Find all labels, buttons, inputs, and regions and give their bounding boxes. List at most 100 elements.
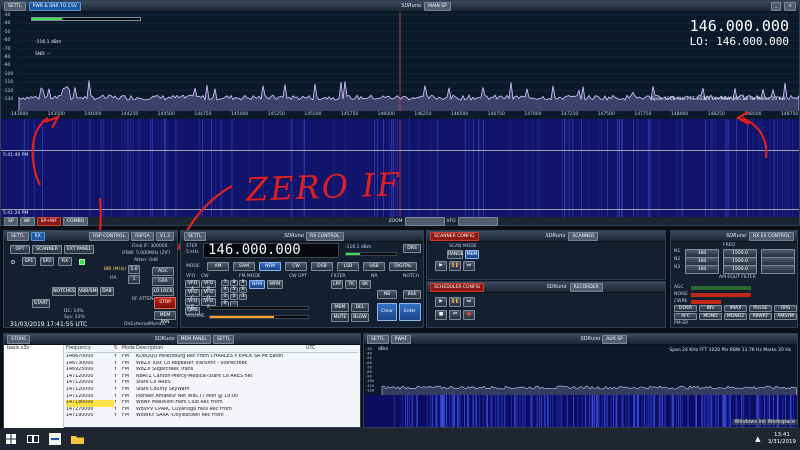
- mode-sam-button[interactable]: SAM: [233, 262, 255, 271]
- dab-button[interactable]: DAB: [100, 287, 114, 296]
- rec-record-button[interactable]: ●: [463, 310, 475, 320]
- start-button[interactable]: START: [32, 299, 50, 308]
- rec-play-button[interactable]: ▶: [435, 297, 447, 307]
- col-mode[interactable]: Mode: [122, 346, 136, 352]
- bsk-button[interactable]: BSK: [403, 290, 421, 299]
- keypad-5-button[interactable]: 5: [230, 287, 238, 293]
- sdruno-taskbar-button[interactable]: [44, 428, 66, 450]
- rx-frequency-display[interactable]: 146.000.000: [203, 243, 339, 258]
- mem-scan-button[interactable]: MEM: [465, 250, 479, 259]
- keypad-4-button[interactable]: 4: [221, 287, 229, 293]
- table-row[interactable]: 146730000 Y FM W8ZX Tusc Co Repeater Transm…: [66, 361, 358, 368]
- explorer-taskbar-button[interactable]: [66, 428, 88, 450]
- keypad-9-button[interactable]: 9: [239, 280, 247, 286]
- rsp-radio-icon[interactable]: [11, 260, 15, 264]
- rxex-inv-button[interactable]: INV: [699, 305, 722, 312]
- vfo-5-button[interactable]: VFO F: [201, 298, 216, 310]
- noise-bar[interactable]: [691, 293, 751, 297]
- mode-cw-button[interactable]: CW: [285, 262, 307, 271]
- rxex-afc-button[interactable]: AFC: [674, 313, 697, 320]
- keypad-6-button[interactable]: 6: [239, 287, 247, 293]
- mem-file-list[interactable]: basic.s3s: [4, 345, 64, 429]
- rxex-mono2-button[interactable]: MONO2: [724, 313, 747, 320]
- filter-8k-button[interactable]: 8K: [359, 280, 371, 289]
- agc-bar[interactable]: [691, 286, 751, 290]
- vfo-1-button[interactable]: VFO B: [201, 280, 216, 292]
- aux-spectrum[interactable]: -30 -40 -50 -60 -70 -80 -90 -100 -110 -120 dBm Sp…: [364, 345, 797, 395]
- gra-button[interactable]: GRA: [152, 277, 174, 286]
- scan-next-button[interactable]: ⏭: [463, 261, 475, 271]
- rxex-opg-button[interactable]: OPG: [774, 305, 797, 312]
- table-row[interactable]: 147270000 Y FM W8VPV CPARC Cuyahoga Falls R…: [66, 407, 358, 414]
- rx-button[interactable]: RX: [58, 257, 72, 266]
- table-row[interactable]: 146670000 Y FM KD8QQQ Millersburg Rec From …: [66, 354, 358, 361]
- cwpk-bar[interactable]: [691, 300, 721, 304]
- nb-button[interactable]: NB: [377, 290, 397, 299]
- sp1-button[interactable]: SP1: [22, 257, 36, 266]
- mode-nfm-button[interactable]: NFM: [259, 262, 281, 271]
- aux-settings[interactable]: SETTL: [367, 334, 389, 344]
- start-button[interactable]: [0, 428, 22, 450]
- vfo-2-button[interactable]: VFO C: [185, 289, 200, 301]
- filter-7k-button[interactable]: 7K: [345, 280, 357, 289]
- bw-value[interactable]: 5.0: [128, 265, 140, 274]
- keypad-2-button[interactable]: 2: [230, 294, 238, 300]
- table-row[interactable]: 147190000 Y FM W8WKY SARA -Doylestown Rec F…: [66, 413, 358, 420]
- task-view-button[interactable]: [22, 428, 44, 450]
- sql-slider[interactable]: [209, 306, 309, 310]
- scan-play-button[interactable]: ▶: [435, 261, 447, 271]
- table-row[interactable]: 147180000 Y FM W8NP Massillon Ham Club Rec …: [66, 400, 358, 407]
- vfo-0-button[interactable]: VFO A: [185, 280, 200, 292]
- mfm-button[interactable]: MFM: [267, 280, 283, 289]
- col-utc[interactable]: UTC: [306, 346, 326, 352]
- table-row[interactable]: 147120000 Y FM Stark Co ARES: [66, 380, 358, 387]
- volume-slider[interactable]: [209, 315, 309, 319]
- drs-button[interactable]: DRS: [403, 244, 421, 253]
- rx-settings[interactable]: SETTL: [184, 231, 206, 241]
- rsp-rx-tag[interactable]: RX: [30, 231, 45, 241]
- blow-button[interactable]: BLOW: [351, 313, 369, 322]
- scheduler-config-tag[interactable]: SCHEDULER CONFIG: [430, 282, 485, 292]
- rxex-pbwrt-button[interactable]: PBWRT: [749, 313, 772, 320]
- col-s[interactable]: S: [114, 346, 122, 352]
- notches-button[interactable]: NOTCHES: [52, 287, 76, 296]
- lpf-button[interactable]: LPF: [331, 280, 343, 289]
- col-frequency[interactable]: Frequency: [66, 346, 114, 352]
- mode-am-button[interactable]: AM: [207, 262, 229, 271]
- range-button[interactable]: RANGE: [447, 250, 464, 259]
- scanner-config-tag[interactable]: SCANNER CONFIG: [430, 231, 479, 241]
- rsp-settings[interactable]: SETTL: [7, 231, 29, 241]
- rec-skip-button[interactable]: ⏭: [463, 297, 475, 307]
- rxex-row-a[interactable]: 300: [685, 265, 719, 274]
- aux-pwaf[interactable]: PWAF: [390, 334, 412, 344]
- nfm-button[interactable]: NFM: [249, 280, 265, 289]
- rec-stop-button[interactable]: ■: [435, 310, 447, 320]
- ifa-value[interactable]: 1: [128, 275, 140, 284]
- clear-button[interactable]: Clear: [377, 303, 397, 321]
- rxex-dosr-button[interactable]: DOSR: [674, 305, 697, 312]
- agc-button[interactable]: AGC: [152, 267, 174, 276]
- table-row[interactable]: 147120000 Y FM Stark County SkyWarn: [66, 387, 358, 394]
- lo-lock-button[interactable]: LO LOCK: [152, 287, 174, 296]
- del-button[interactable]: DEL: [351, 303, 369, 312]
- network-tray[interactable]: ▲: [752, 435, 764, 443]
- table-row[interactable]: 147120000 Y FM N8ATZ Canton-Mercy-Medical-S…: [66, 374, 358, 381]
- table-row[interactable]: 147120000 Y FM Pioneer Amateur Net W8CTT Mo…: [66, 394, 358, 401]
- sp2-button[interactable]: SP2: [40, 257, 54, 266]
- mem-file-name[interactable]: basic.s3s: [4, 345, 63, 352]
- store-tag[interactable]: STORE: [7, 334, 31, 344]
- rec-pause-button[interactable]: ❚❚: [449, 297, 461, 307]
- keypad-8-button[interactable]: 8: [230, 280, 238, 286]
- mode-lsb-button[interactable]: LSB: [337, 262, 359, 271]
- mute-button[interactable]: MUTE: [331, 313, 349, 322]
- enter-button[interactable]: Enter: [399, 303, 421, 321]
- rxex-row-toggle[interactable]: [761, 265, 795, 274]
- keypad-7-button[interactable]: 7: [221, 280, 229, 286]
- rxex-imax-button[interactable]: IMAX: [724, 305, 747, 312]
- mode-dsb-button[interactable]: DSB: [311, 262, 333, 271]
- keypad-1-button[interactable]: 1: [221, 294, 229, 300]
- table-row[interactable]: 146925000 Y FM W8ZX Sugarcreek Trans: [66, 367, 358, 374]
- rxex-amsym-button[interactable]: AMSYM: [774, 313, 797, 320]
- step-value[interactable]: 5 kHz: [186, 250, 199, 255]
- opt-button[interactable]: OPT: [10, 245, 30, 254]
